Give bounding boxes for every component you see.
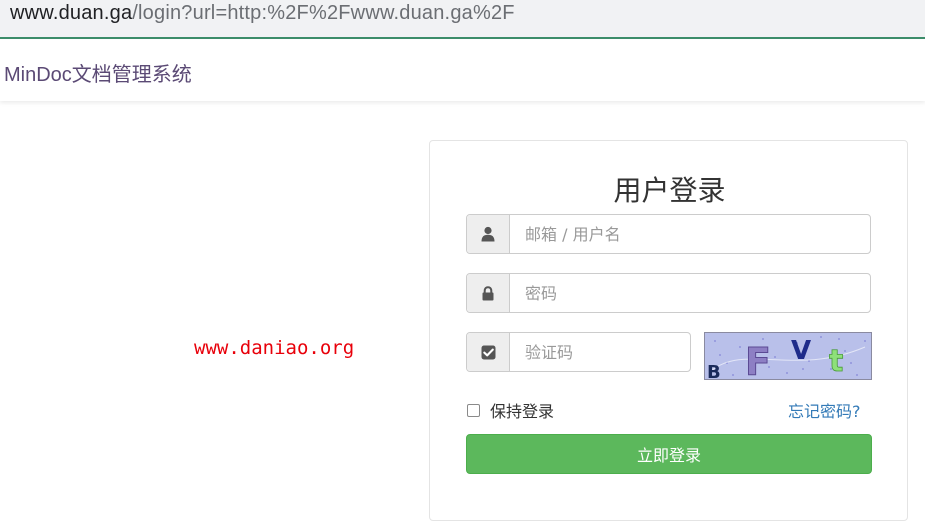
watermark-text: www.daniao.org [194, 337, 355, 359]
address-path: /login?url=http:%2F%2Fwww.duan.ga%2F [132, 2, 515, 24]
captcha-input[interactable] [510, 333, 690, 371]
password-input-group [466, 273, 871, 313]
password-input[interactable] [510, 274, 870, 312]
svg-text:B: B [707, 362, 721, 379]
remember-label: 保持登录 [490, 402, 555, 421]
user-icon [467, 215, 510, 253]
address-host: www.duan.ga [10, 2, 133, 24]
captcha-input-group [466, 332, 691, 372]
brand-link[interactable]: MinDoc文档管理系统 [4, 58, 192, 87]
address-url[interactable]: www.duan.ga/login?url=http:%2F%2Fwww.dua… [10, 2, 515, 25]
svg-text:F: F [745, 340, 771, 379]
svg-text:t: t [829, 344, 843, 379]
navbar: MinDoc文档管理系统 [0, 40, 925, 101]
lock-icon [467, 274, 510, 312]
remember-me[interactable]: 保持登录 [467, 398, 554, 422]
remember-checkbox[interactable] [467, 403, 480, 417]
check-square-icon [467, 333, 510, 371]
account-input-group [466, 214, 871, 254]
svg-text:V: V [791, 336, 811, 366]
login-title: 用户登录 [613, 174, 726, 207]
account-input[interactable] [510, 215, 870, 253]
login-button[interactable]: 立即登录 [466, 434, 872, 474]
forgot-password-link[interactable]: 忘记密码? [788, 398, 861, 422]
captcha-image[interactable]: B F V t [704, 332, 872, 380]
address-bar[interactable]: www.duan.ga/login?url=http:%2F%2Fwww.dua… [0, 0, 925, 39]
